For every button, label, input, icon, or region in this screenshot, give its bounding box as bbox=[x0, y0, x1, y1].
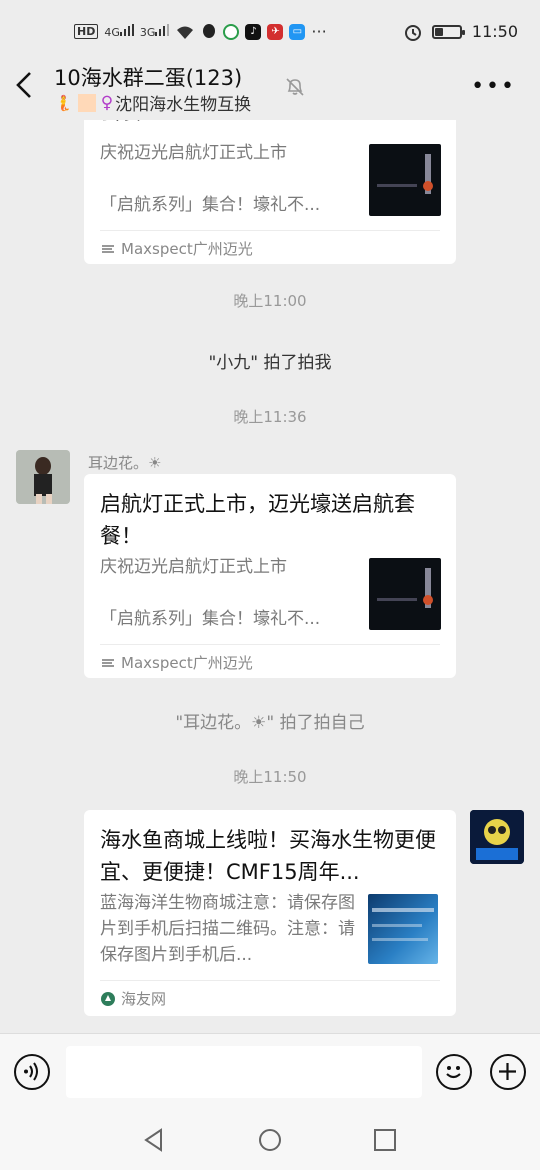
signal-3g-label: 3G bbox=[139, 26, 156, 39]
lamp-image bbox=[377, 154, 433, 194]
link-card[interactable]: 海水鱼商城上线啦！买海水生物更便宜、更便捷！CMF15周年... 蓝海海洋生物商… bbox=[84, 810, 456, 1016]
app3-icon: ▭ bbox=[289, 23, 306, 40]
maxspect-logo-icon bbox=[102, 658, 114, 667]
avatar[interactable] bbox=[470, 810, 524, 864]
chevron-left-icon bbox=[16, 72, 31, 98]
card-source: Maxspect广州迈光 bbox=[100, 238, 253, 259]
system-nav-bar bbox=[0, 1113, 540, 1170]
voice-button[interactable] bbox=[14, 1054, 50, 1090]
chat-messages[interactable]: 套餐！ 庆祝迈光启航灯正式上市 「启航系列」集合！壕礼不... Maxspect… bbox=[0, 120, 540, 1033]
nav-home-icon[interactable] bbox=[257, 1127, 283, 1153]
status-left-icons: HD 4G 3G ♪ ✈ ▭ ··· bbox=[74, 22, 327, 41]
hd-icon: HD bbox=[74, 24, 99, 39]
plus-icon bbox=[499, 1063, 516, 1080]
link-card[interactable]: 套餐！ 庆祝迈光启航灯正式上市 「启航系列」集合！壕礼不... Maxspect… bbox=[84, 120, 456, 264]
chat-subtitle[interactable]: 🧜 ♀ 沈阳海水生物互换 bbox=[54, 90, 252, 116]
card-source: Maxspect广州迈光 bbox=[100, 652, 253, 673]
timestamp: 晚上11:36 bbox=[233, 408, 307, 426]
nav-back-icon[interactable] bbox=[141, 1127, 167, 1153]
app2-icon: ✈ bbox=[267, 23, 284, 40]
card-source: 海友网 bbox=[100, 988, 166, 1009]
sender-name: 耳边花。☀ bbox=[88, 454, 162, 472]
maxspect-logo-icon bbox=[102, 244, 114, 253]
status-right: 11:50 bbox=[404, 22, 518, 41]
card-thumbnail bbox=[369, 558, 441, 630]
alarm-icon bbox=[404, 24, 421, 41]
card-title: 海水鱼商城上线啦！买海水生物更便宜、更便捷！CMF15周年... bbox=[100, 828, 436, 884]
pat-notice: "小九" 拍了拍我 bbox=[0, 348, 540, 373]
emoji-button[interactable] bbox=[436, 1054, 472, 1090]
avatar-image bbox=[470, 810, 524, 864]
card-source-label: Maxspect广州迈光 bbox=[121, 240, 253, 258]
pat-action: 拍了拍我 bbox=[258, 353, 332, 373]
mermaid-icon: 🧜 bbox=[54, 93, 73, 112]
battery-level bbox=[434, 27, 443, 36]
more-options-button[interactable]: ••• bbox=[471, 74, 516, 99]
card-divider bbox=[100, 980, 440, 981]
card-thumbnail bbox=[368, 894, 438, 964]
message-input[interactable] bbox=[66, 1046, 422, 1098]
square-emoji-icon bbox=[77, 93, 96, 112]
douyin-icon: ♪ bbox=[245, 23, 262, 40]
card-description: 蓝海海洋生物商城注意：请保存图片到手机后扫描二维码。注意：请保存图片到手机后..… bbox=[100, 893, 355, 965]
avatar-image bbox=[16, 450, 70, 504]
add-button[interactable] bbox=[490, 1054, 526, 1090]
status-bar: HD 4G 3G ♪ ✈ ▭ ··· 11:50 bbox=[0, 0, 540, 60]
signal-icon: 3G bbox=[140, 24, 170, 39]
card-divider bbox=[100, 644, 440, 645]
qr-image bbox=[372, 908, 434, 941]
card-divider bbox=[100, 230, 440, 231]
input-bar bbox=[0, 1033, 540, 1113]
card-source-label: Maxspect广州迈光 bbox=[121, 654, 253, 672]
female-icon: ♀ bbox=[100, 92, 114, 113]
avatar[interactable] bbox=[16, 450, 70, 504]
signal-icon: 4G bbox=[104, 24, 134, 39]
chat-header: 10海水群二蛋(123) 🧜 ♀ 沈阳海水生物互换 ••• bbox=[0, 60, 540, 120]
wifi-icon bbox=[177, 26, 194, 39]
status-time: 11:50 bbox=[471, 22, 518, 41]
pat-notice: "耳边花。☀" 拍了拍自己 bbox=[175, 713, 365, 733]
haiyou-logo-icon bbox=[101, 991, 115, 1006]
signal-4g-label: 4G bbox=[104, 26, 120, 39]
emoji-icon bbox=[446, 1066, 461, 1079]
timestamp: 晚上11:00 bbox=[233, 292, 307, 310]
mute-bell-icon bbox=[286, 78, 304, 96]
more-icon: ··· bbox=[311, 22, 327, 41]
subtitle-text: 沈阳海水生物互换 bbox=[115, 95, 252, 115]
card-description: 庆祝迈光启航灯正式上市 「启航系列」集合！壕礼不... bbox=[100, 143, 321, 215]
nav-recents-icon[interactable] bbox=[372, 1127, 398, 1153]
app-icon bbox=[223, 23, 240, 40]
chat-title[interactable]: 10海水群二蛋(123) bbox=[54, 62, 242, 92]
qq-icon bbox=[203, 23, 216, 38]
battery-icon bbox=[431, 24, 465, 39]
card-title: 启航灯正式上市，迈光壕送启航套餐！ bbox=[100, 492, 415, 548]
card-title: 套餐！ bbox=[100, 120, 163, 128]
timestamp: 晚上11:50 bbox=[233, 768, 307, 786]
voice-icon bbox=[24, 1062, 38, 1081]
pat-name: "小九" bbox=[208, 353, 259, 373]
link-card[interactable]: 启航灯正式上市，迈光壕送启航套餐！ 庆祝迈光启航灯正式上市 「启航系列」集合！壕… bbox=[84, 474, 456, 678]
card-thumbnail bbox=[369, 144, 441, 216]
card-source-label: 海友网 bbox=[121, 990, 167, 1008]
lamp-image bbox=[377, 568, 433, 608]
back-button[interactable] bbox=[14, 70, 44, 104]
card-description: 庆祝迈光启航灯正式上市 「启航系列」集合！壕礼不... bbox=[100, 557, 321, 629]
